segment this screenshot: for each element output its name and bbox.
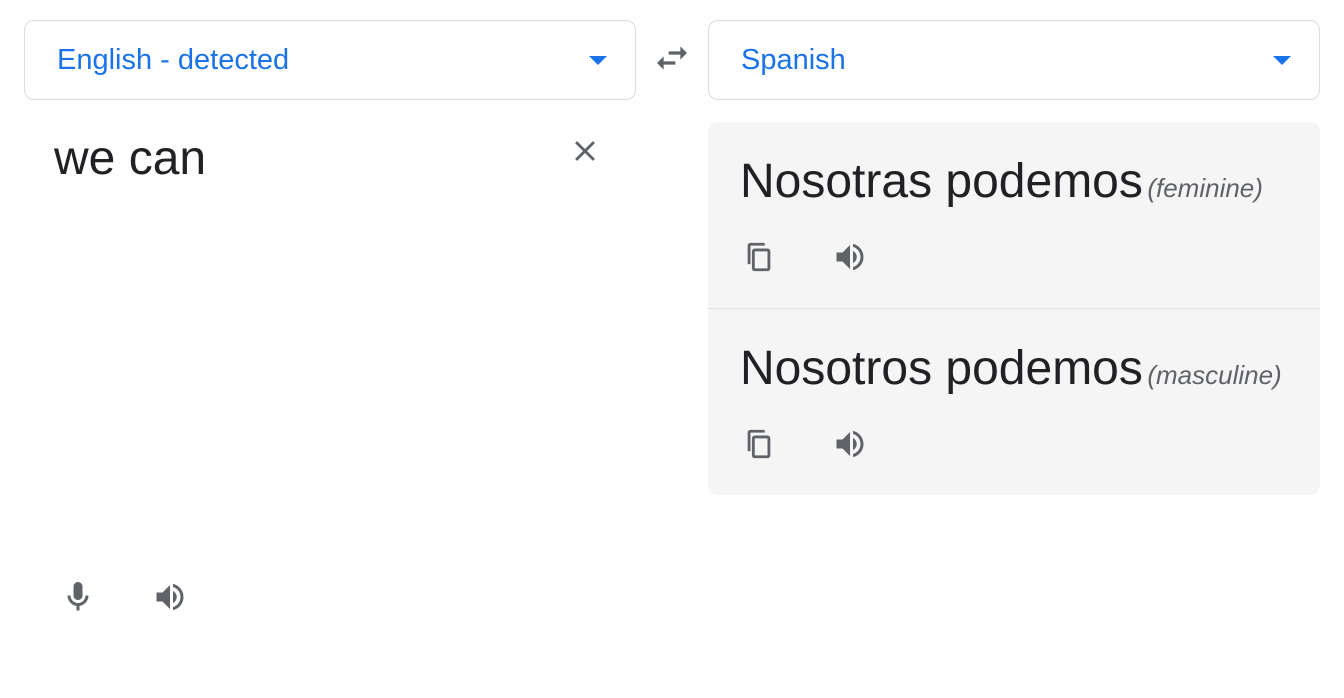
speaker-icon xyxy=(832,426,868,462)
copy-icon xyxy=(742,240,776,274)
speaker-icon xyxy=(152,579,188,615)
target-language-label: Spanish xyxy=(741,44,846,77)
translation-result: Nosotras podemos (feminine) xyxy=(708,122,1320,308)
copy-icon xyxy=(742,427,776,461)
gender-label: (feminine) xyxy=(1147,173,1263,203)
voice-input-button[interactable] xyxy=(60,579,96,620)
chevron-down-icon xyxy=(1273,56,1291,65)
swap-horiz-icon xyxy=(652,38,692,78)
microphone-icon xyxy=(60,579,96,615)
source-text-input[interactable]: we can xyxy=(54,130,554,188)
translation-text: Nosotros podemos xyxy=(740,342,1143,395)
source-language-select[interactable]: English - detected xyxy=(24,20,636,100)
swap-languages-button[interactable] xyxy=(652,38,692,83)
translation-results: Nosotras podemos (feminine) xyxy=(708,122,1320,495)
gender-label: (masculine) xyxy=(1147,360,1281,390)
source-language-label: English - detected xyxy=(57,44,289,77)
translation-result: Nosotros podemos (masculine) xyxy=(708,308,1320,495)
target-language-select[interactable]: Spanish xyxy=(708,20,1320,100)
speaker-icon xyxy=(832,239,868,275)
copy-translation-button[interactable] xyxy=(742,240,776,279)
listen-translation-button[interactable] xyxy=(832,426,868,467)
clear-button[interactable] xyxy=(564,130,606,177)
translation-text: Nosotras podemos xyxy=(740,155,1143,208)
chevron-down-icon xyxy=(589,56,607,65)
listen-translation-button[interactable] xyxy=(832,239,868,280)
listen-source-button[interactable] xyxy=(152,579,188,620)
copy-translation-button[interactable] xyxy=(742,427,776,466)
close-icon xyxy=(568,134,602,168)
